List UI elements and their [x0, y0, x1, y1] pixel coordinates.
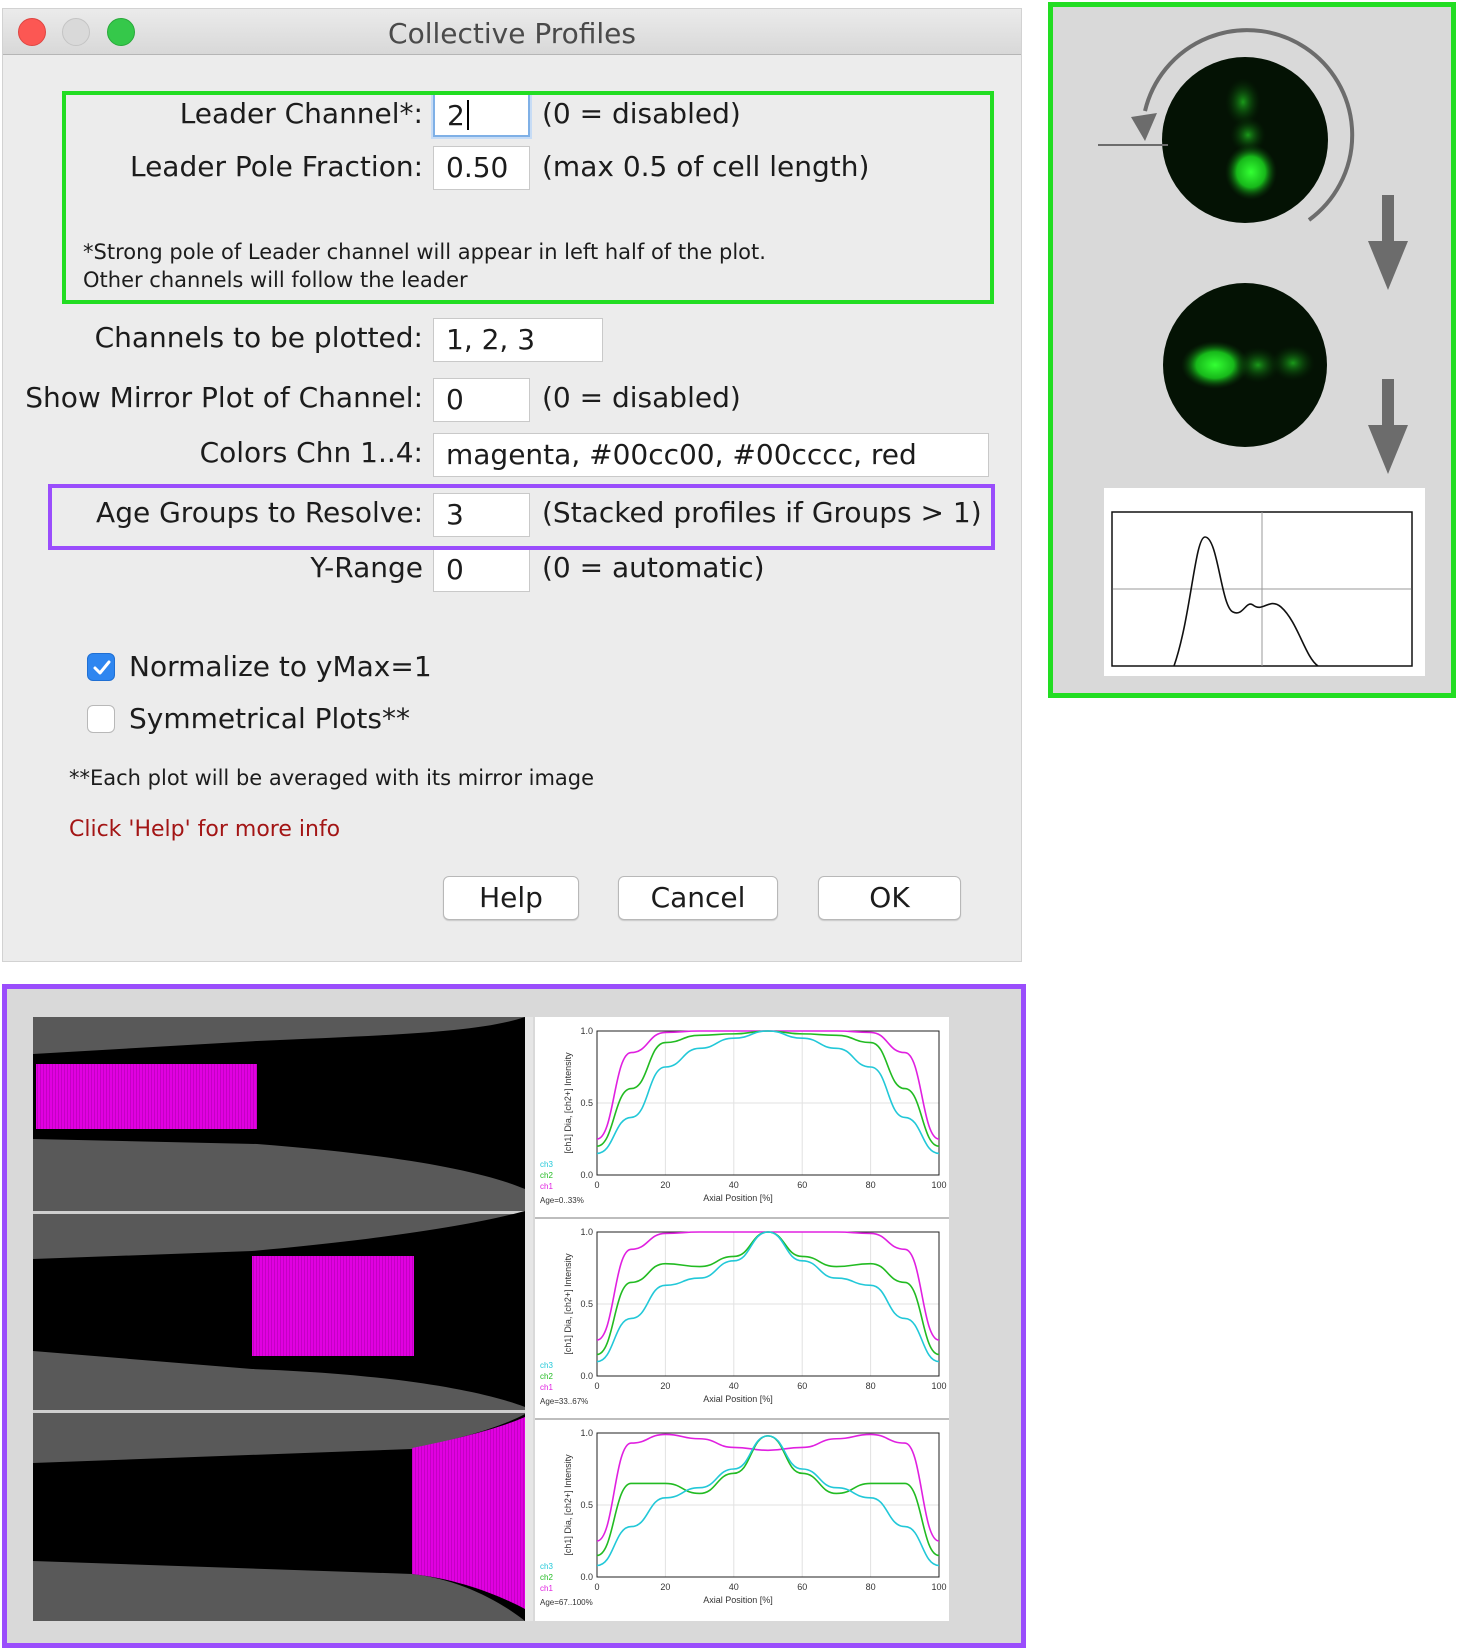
symmetrical-label: Symmetrical Plots**: [129, 702, 410, 735]
y-axis-label: [ch1] Dia, [ch2+] Intensity: [563, 1454, 573, 1556]
leader-alignment-illustration: [1048, 2, 1456, 698]
x-tick-label: 40: [729, 1381, 739, 1391]
y-tick-label: 0.0: [580, 1371, 593, 1381]
cancel-button[interactable]: Cancel: [618, 876, 778, 920]
leader-settings-highlight: [62, 91, 994, 304]
x-tick-label: 0: [594, 1180, 599, 1190]
colors-field[interactable]: magenta, #00cc00, #00cccc, red: [433, 433, 989, 477]
kymograph-band-2: [252, 1256, 414, 1356]
x-tick-label: 100: [931, 1582, 946, 1592]
y-tick-label: 1.0: [580, 1026, 593, 1036]
y-tick-label: 0.5: [580, 1500, 593, 1510]
x-tick-label: 60: [797, 1180, 807, 1190]
help-button[interactable]: Help: [443, 876, 579, 920]
profile-plots: 0.0 0.5 1.0 0 20 40 60 80 100 Axial Position [%] […: [535, 1017, 949, 1621]
legend-entry-ch1: ch1: [540, 1383, 553, 1392]
x-tick-label: 20: [660, 1381, 670, 1391]
y-axis-label: [ch1] Dia, [ch2+] Intensity: [563, 1052, 573, 1154]
mirror-plot-label: Show Mirror Plot of Channel:: [25, 381, 423, 414]
y-tick-label: 1.0: [580, 1428, 593, 1438]
y-tick-label: 0.5: [580, 1098, 593, 1108]
x-tick-label: 100: [931, 1381, 946, 1391]
cell-before-rotation: [1162, 57, 1328, 223]
x-tick-label: 80: [866, 1582, 876, 1592]
ok-button[interactable]: OK: [818, 876, 961, 920]
y-range-label: Y-Range: [310, 551, 423, 584]
mirror-plot-hint: (0 = disabled): [542, 381, 741, 414]
channels-label: Channels to be plotted:: [94, 321, 423, 354]
x-tick-label: 100: [931, 1180, 946, 1190]
normalize-label: Normalize to yMax=1: [129, 650, 432, 683]
checkmark-icon: [93, 660, 111, 675]
x-tick-label: 20: [660, 1582, 670, 1592]
title-bar: Collective Profiles: [3, 9, 1021, 55]
legend-entry-ch1: ch1: [540, 1182, 553, 1191]
colors-label: Colors Chn 1..4:: [199, 436, 423, 469]
symmetrical-note: **Each plot will be averaged with its mi…: [69, 766, 595, 790]
leader-profile-thumbnail: [1104, 488, 1425, 676]
x-tick-label: 20: [660, 1180, 670, 1190]
legend-entry-ch3: ch3: [540, 1562, 553, 1571]
channels-field[interactable]: 1, 2, 3: [433, 318, 603, 362]
normalize-checkbox[interactable]: [87, 653, 115, 681]
age-group-label: Age=0..33%: [540, 1196, 584, 1205]
x-tick-label: 40: [729, 1180, 739, 1190]
legend-entry-ch3: ch3: [540, 1160, 553, 1169]
cell-after-rotation: [1163, 283, 1327, 447]
mirror-plot-field[interactable]: 0: [433, 378, 530, 422]
help-info-text: Click 'Help' for more info: [69, 817, 341, 842]
legend-entry-ch3: ch3: [540, 1361, 553, 1370]
x-tick-label: 80: [866, 1381, 876, 1391]
dialog-title: Collective Profiles: [388, 17, 636, 50]
age-group-label: Age=67..100%: [540, 1598, 593, 1607]
symmetrical-checkbox[interactable]: [87, 705, 115, 733]
x-tick-label: 0: [594, 1582, 599, 1592]
legend-entry-ch2: ch2: [540, 1171, 553, 1180]
x-axis-label: Axial Position [%]: [703, 1595, 773, 1605]
y-tick-label: 0.0: [580, 1170, 593, 1180]
down-arrow-icon: [1368, 195, 1408, 290]
age-group-label: Age=33..67%: [540, 1397, 588, 1406]
y-range-hint: (0 = automatic): [542, 551, 765, 584]
x-axis-label: Axial Position [%]: [703, 1193, 773, 1203]
x-tick-label: 80: [866, 1180, 876, 1190]
down-arrow-icon: [1368, 379, 1408, 474]
x-tick-label: 40: [729, 1582, 739, 1592]
y-axis-label: [ch1] Dia, [ch2+] Intensity: [563, 1253, 573, 1355]
x-tick-label: 60: [797, 1582, 807, 1592]
y-tick-label: 0.5: [580, 1299, 593, 1309]
age-group-results-panel: 0.0 0.5 1.0 0 20 40 60 80 100 Axial Position [%] […: [2, 984, 1026, 1648]
x-tick-label: 60: [797, 1381, 807, 1391]
age-groups-highlight: [48, 484, 995, 550]
x-tick-label: 0: [594, 1381, 599, 1391]
x-axis-label: Axial Position [%]: [703, 1394, 773, 1404]
alignment-svg: [1098, 28, 1425, 676]
kymograph-band-1: [36, 1064, 257, 1129]
y-range-field[interactable]: 0: [433, 548, 530, 592]
legend-entry-ch2: ch2: [540, 1573, 553, 1582]
legend-entry-ch2: ch2: [540, 1372, 553, 1381]
y-tick-label: 0.0: [580, 1572, 593, 1582]
age-group-svg: 0.0 0.5 1.0 0 20 40 60 80 100 Axial Position [%] […: [33, 1017, 949, 1621]
y-tick-label: 1.0: [580, 1227, 593, 1237]
kymograph-stack: [33, 1017, 533, 1621]
legend-entry-ch1: ch1: [540, 1584, 553, 1593]
